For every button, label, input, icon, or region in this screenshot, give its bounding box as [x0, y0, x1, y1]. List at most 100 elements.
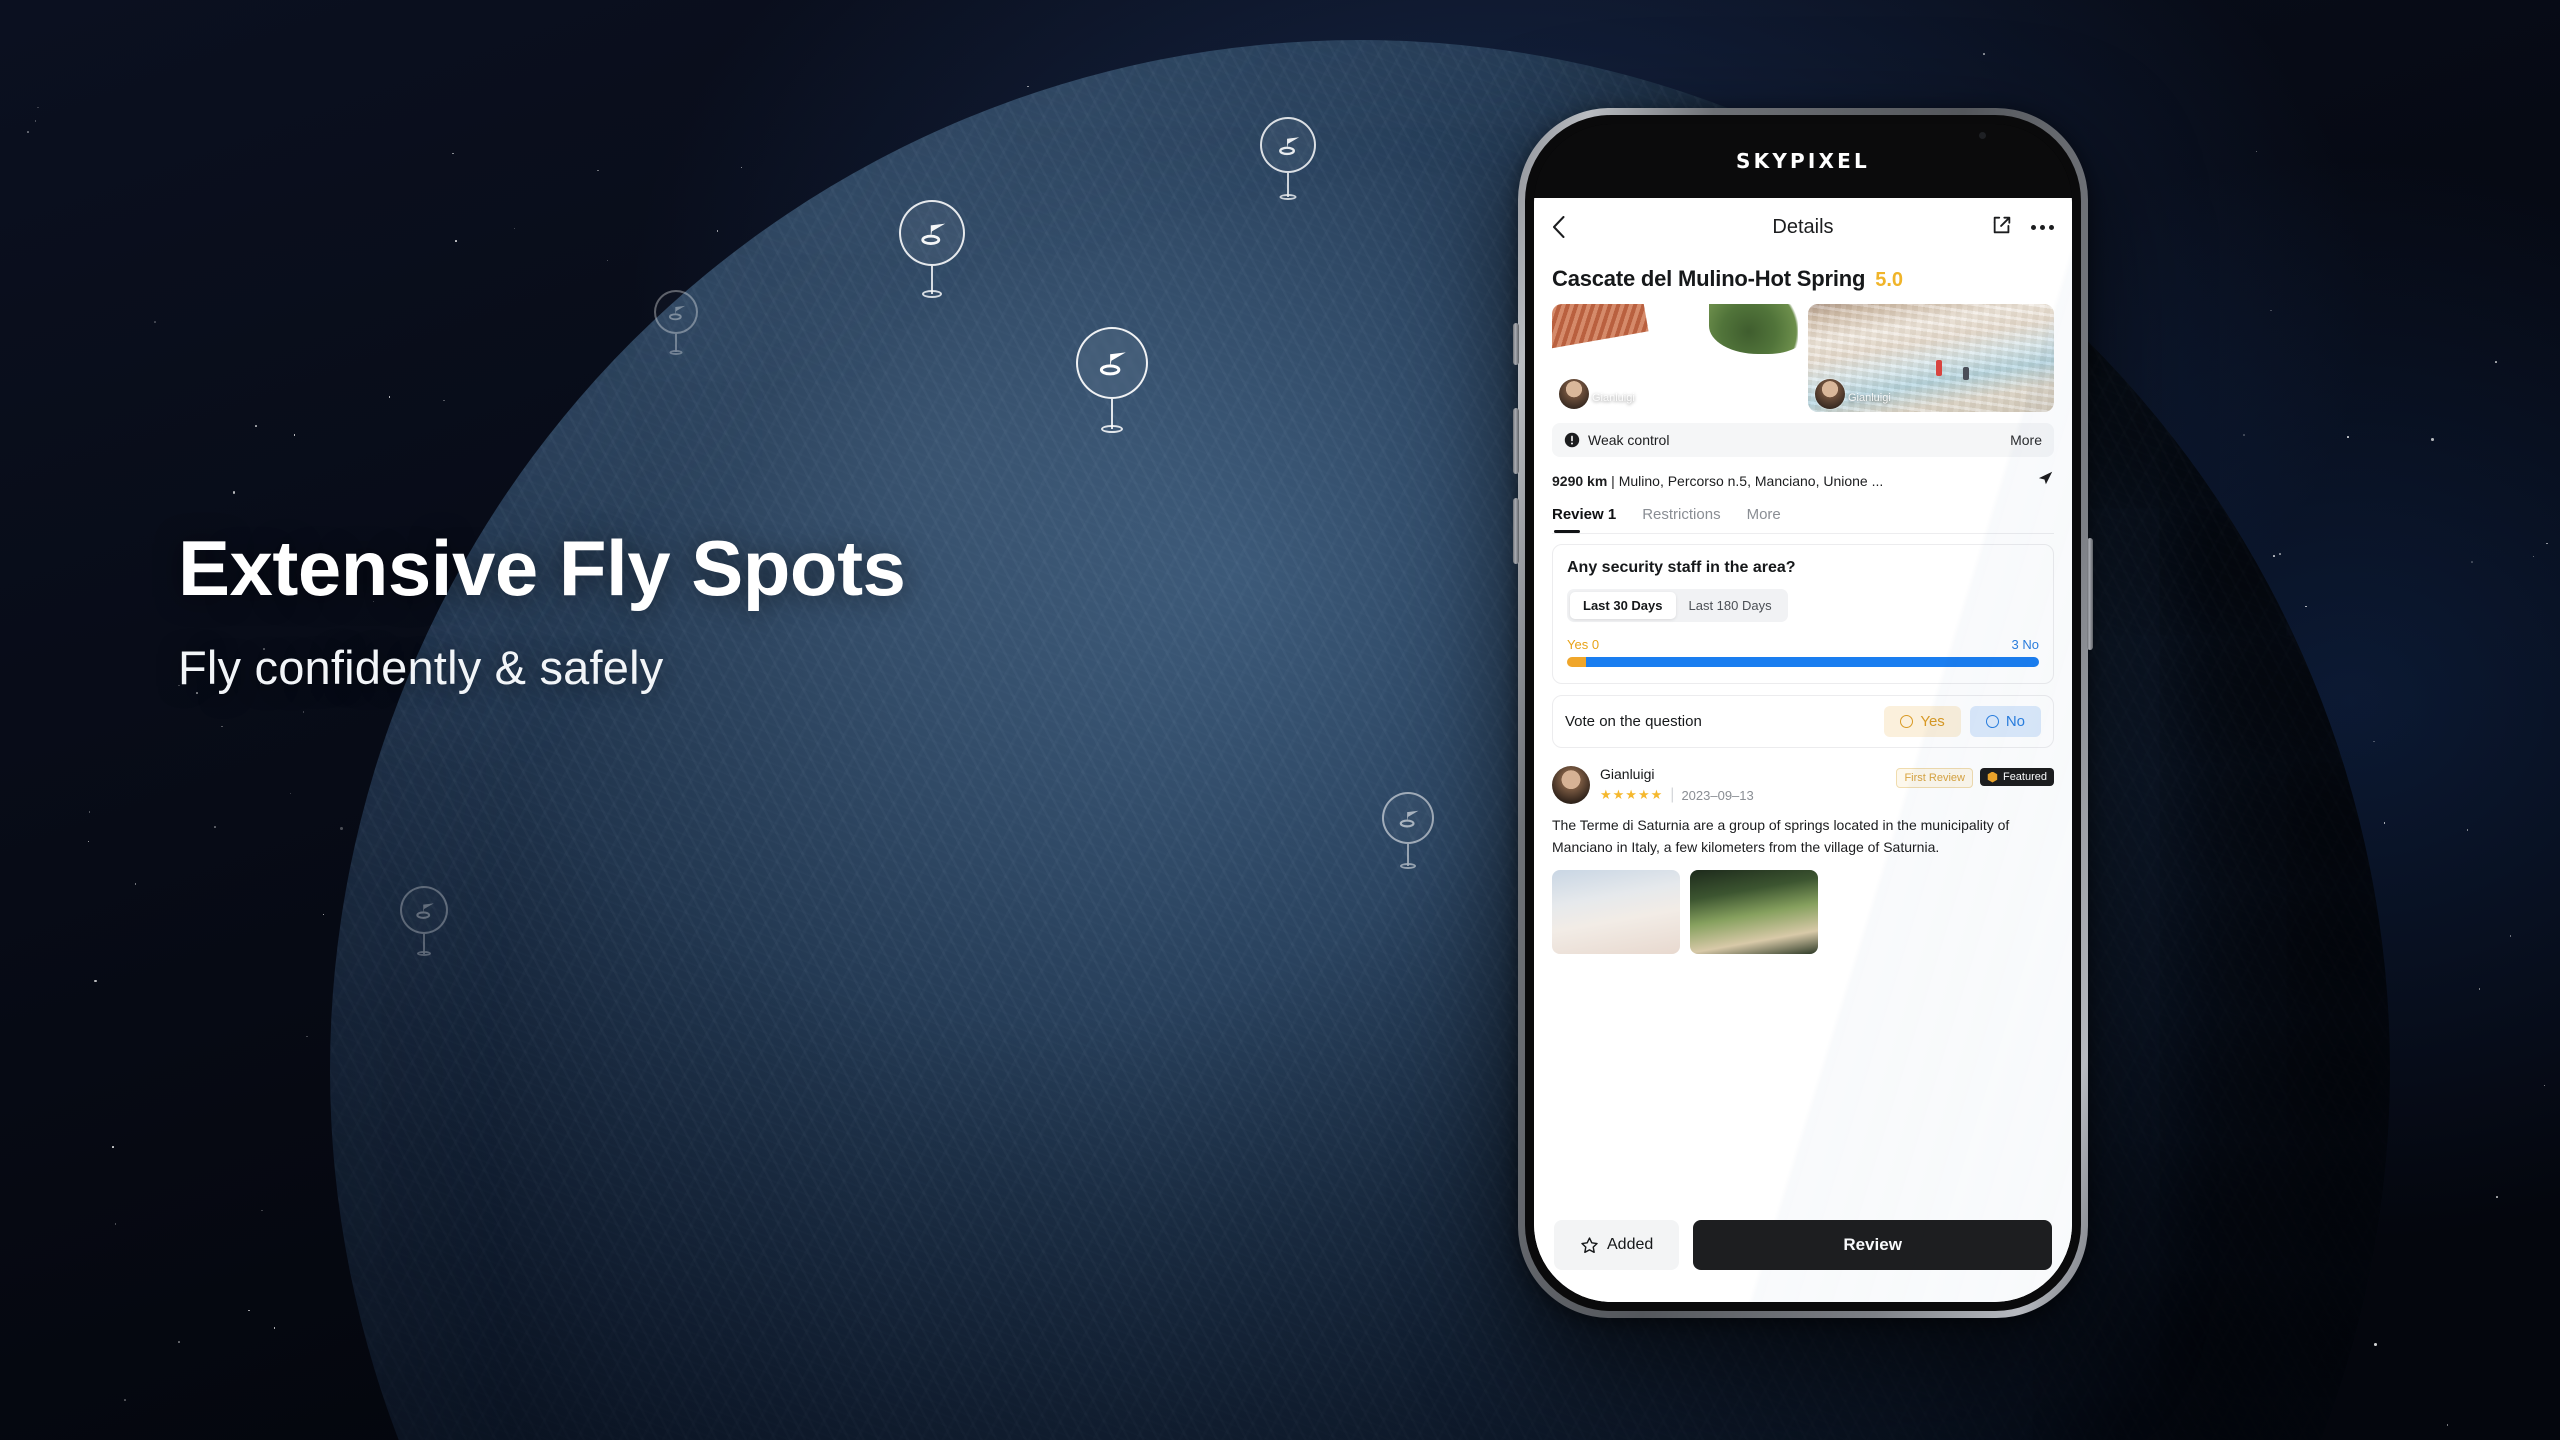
star: [597, 169, 599, 172]
star: [1817, 1378, 1820, 1380]
poll-bar-yes-segment: [1567, 657, 1586, 667]
share-button[interactable]: [1991, 214, 2013, 241]
pin-bubble: [1382, 792, 1434, 844]
star: [1377, 989, 1381, 992]
review-photo-thumbnails: [1552, 870, 2054, 955]
gallery-photo[interactable]: Gianluigi: [1808, 304, 2054, 412]
more-menu-button[interactable]: [2031, 224, 2054, 230]
star: [34, 119, 37, 122]
tab-more[interactable]: More: [1747, 506, 1781, 533]
review-photo-thumbnail[interactable]: [1552, 870, 1680, 955]
added-label: Added: [1607, 1236, 1654, 1253]
poll-progress-bar: [1567, 657, 2039, 667]
weak-control-more-link[interactable]: More: [2010, 432, 2042, 448]
star: [2154, 640, 2157, 643]
detail-scroll-content[interactable]: Cascate del Mulino-Hot Spring 5.0 Gianlu…: [1534, 256, 2072, 1206]
star: [1326, 979, 1328, 981]
star: [1396, 312, 1399, 316]
fly-spot-pin[interactable]: [654, 290, 698, 355]
star: [888, 327, 891, 330]
fly-spot-pin[interactable]: [1382, 792, 1434, 869]
fly-spot-pin-icon: [415, 902, 434, 919]
star: [1465, 1404, 1467, 1406]
star: [1006, 1135, 1008, 1137]
star: [302, 711, 305, 714]
hero-title: Extensive Fly Spots: [178, 524, 906, 612]
star: [1445, 1173, 1447, 1176]
star: [2383, 822, 2386, 824]
poll-yes-label: Yes 0: [1567, 637, 1600, 652]
fly-spot-pin[interactable]: [400, 886, 448, 956]
review-header: Gianluigi ★★★★★ | 2023–09–13 First Revie…: [1552, 766, 2054, 804]
avatar[interactable]: [1552, 766, 1590, 804]
pin-bubble: [899, 200, 965, 266]
review-badges: First Review Featured: [1896, 766, 2054, 788]
star: [232, 490, 236, 494]
back-button[interactable]: [1552, 216, 1586, 238]
segment-last-30-days[interactable]: Last 30 Days: [1570, 592, 1676, 619]
vote-no-button[interactable]: No: [1969, 706, 2041, 737]
star: [114, 1223, 117, 1225]
weak-control-label: Weak control: [1588, 432, 1670, 448]
review-button[interactable]: Review: [1693, 1220, 2052, 1270]
star: [2160, 1173, 2162, 1175]
vote-yes-button[interactable]: Yes: [1884, 706, 1961, 737]
review-date: 2023–09–13: [1681, 787, 1754, 803]
poll-labels: Yes 0 3 No: [1567, 637, 2039, 652]
gallery-photo[interactable]: Gianluigi: [1552, 304, 1798, 412]
poll-no-label: 3 No: [2011, 637, 2039, 652]
phone-volume-down-button[interactable]: [1513, 498, 1519, 564]
star: [2495, 361, 2497, 364]
review-separator: |: [1670, 786, 1675, 803]
fly-spot-pin[interactable]: [1260, 117, 1316, 200]
star: [214, 826, 216, 828]
fly-spot-pin[interactable]: [1076, 327, 1148, 433]
star: [1282, 942, 1285, 944]
review-rating-row: ★★★★★ | 2023–09–13: [1600, 786, 1754, 804]
star: [306, 1035, 308, 1038]
review-body-text: The Terme di Saturnia are a group of spr…: [1552, 817, 2010, 855]
star: [894, 311, 896, 314]
star: [716, 230, 719, 232]
segment-last-180-days[interactable]: Last 180 Days: [1676, 592, 1785, 619]
star: [729, 1049, 732, 1052]
phone-power-button[interactable]: [2087, 538, 2093, 650]
added-button[interactable]: Added: [1554, 1220, 1680, 1270]
fly-spot-pin-icon: [920, 223, 945, 245]
star: [1015, 1392, 1018, 1395]
phone-volume-up-button[interactable]: [1513, 408, 1519, 474]
chevron-left-icon: [1553, 216, 1565, 238]
tab-restrictions[interactable]: Restrictions: [1642, 506, 1720, 533]
spot-name: Cascate del Mulino-Hot Spring: [1552, 266, 1866, 291]
hexagon-icon: [1987, 771, 1998, 783]
photo-subject: [1935, 360, 1942, 377]
phone-mute-switch[interactable]: [1513, 323, 1519, 365]
navigate-button[interactable]: [2036, 469, 2054, 492]
address-separator: |: [1607, 472, 1619, 489]
star: [960, 966, 962, 969]
star: [834, 413, 836, 416]
star: [452, 152, 454, 155]
star: [1211, 294, 1213, 297]
star: [807, 926, 809, 929]
star-outline-icon: [1581, 1236, 1598, 1253]
fly-spot-pin[interactable]: [899, 200, 965, 298]
alert-circle-icon: [1564, 432, 1580, 448]
review-author-name: Gianluigi: [1600, 766, 1655, 782]
star: [1393, 1286, 1396, 1289]
weak-control-notice[interactable]: Weak control More: [1552, 423, 2054, 457]
review-photo-thumbnail[interactable]: [1690, 870, 1818, 955]
star: [177, 1341, 180, 1343]
star: [1426, 1029, 1430, 1032]
star: [273, 1327, 276, 1330]
star: [88, 811, 91, 813]
star: [877, 1188, 880, 1190]
app-viewport: Details Cascate del Mulino-Hot Spring 5.…: [1534, 198, 2072, 1302]
star: [220, 725, 223, 728]
spot-rating: 5.0: [1875, 269, 1904, 291]
photo-watermark: Gianluigi: [1848, 392, 1891, 404]
vote-yes-label: Yes: [1920, 713, 1945, 730]
question-card: Any security staff in the area? Last 30 …: [1552, 544, 2054, 684]
star: [600, 472, 603, 474]
tab-review[interactable]: Review 1: [1552, 506, 1616, 533]
